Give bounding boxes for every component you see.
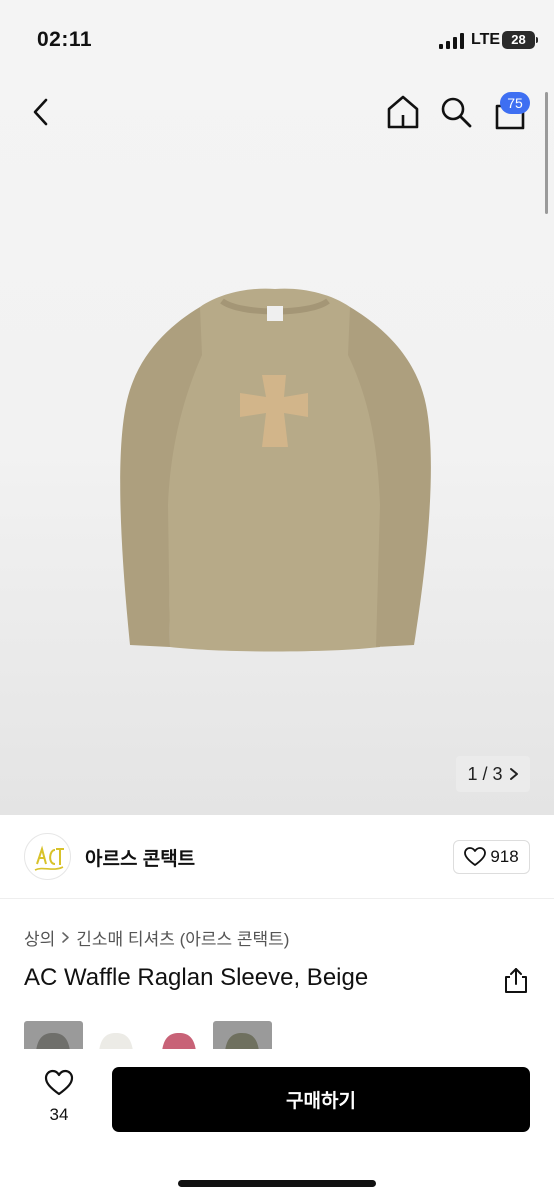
brand-row: 아르스 콘택트 918 bbox=[0, 815, 554, 899]
back-button[interactable] bbox=[26, 95, 58, 129]
gallery-page-counter[interactable]: 1 / 3 bbox=[456, 756, 530, 792]
color-swatch[interactable] bbox=[24, 1021, 83, 1049]
breadcrumb: 상의 긴소매 티셔츠 (아르스 콘택트) bbox=[24, 925, 289, 950]
wishlist-count: 34 bbox=[49, 1105, 69, 1124]
color-swatches bbox=[24, 1021, 272, 1049]
color-swatch[interactable] bbox=[87, 1021, 146, 1049]
breadcrumb-subcategory[interactable]: 긴소매 티셔츠 (아르스 콘택트) bbox=[76, 925, 289, 950]
cart-count-badge: 75 bbox=[500, 92, 530, 114]
search-icon bbox=[441, 97, 472, 128]
product-image[interactable] bbox=[110, 285, 440, 657]
battery-icon: 28 bbox=[502, 31, 538, 49]
scroll-indicator bbox=[545, 92, 548, 214]
network-type: LTE bbox=[471, 31, 501, 48]
home-icon bbox=[387, 95, 419, 129]
brand-name[interactable]: 아르스 콘택트 bbox=[85, 844, 195, 871]
color-swatch[interactable] bbox=[213, 1021, 272, 1049]
heart-icon bbox=[464, 847, 487, 866]
wishlist-button[interactable]: 34 bbox=[34, 1069, 84, 1129]
bottom-action-bar: 34 구매하기 bbox=[0, 1049, 554, 1200]
status-time: 02:11 bbox=[37, 28, 93, 51]
brand-like-count: 918 bbox=[490, 847, 519, 866]
signal-icon bbox=[439, 33, 464, 49]
brand-like-button[interactable]: 918 bbox=[453, 840, 530, 874]
share-button[interactable] bbox=[502, 966, 530, 994]
brand-logo[interactable] bbox=[24, 833, 71, 880]
product-title: AC Waffle Raglan Sleeve, Beige bbox=[24, 964, 369, 991]
brand-logo-mark bbox=[34, 845, 64, 871]
home-button[interactable] bbox=[385, 93, 421, 131]
heart-icon bbox=[44, 1069, 74, 1096]
chevron-left-icon bbox=[33, 98, 48, 126]
home-indicator bbox=[178, 1180, 376, 1187]
chevron-right-icon bbox=[509, 768, 518, 780]
search-button[interactable] bbox=[439, 94, 473, 130]
breadcrumb-category[interactable]: 상의 bbox=[24, 925, 55, 950]
status-bar: 02:11 LTE 28 bbox=[0, 0, 554, 80]
color-swatch[interactable] bbox=[150, 1021, 209, 1049]
share-icon bbox=[505, 968, 527, 993]
page-counter-label: 1 / 3 bbox=[467, 763, 503, 784]
chevron-right-icon bbox=[62, 932, 70, 943]
buy-button[interactable]: 구매하기 bbox=[112, 1067, 530, 1132]
